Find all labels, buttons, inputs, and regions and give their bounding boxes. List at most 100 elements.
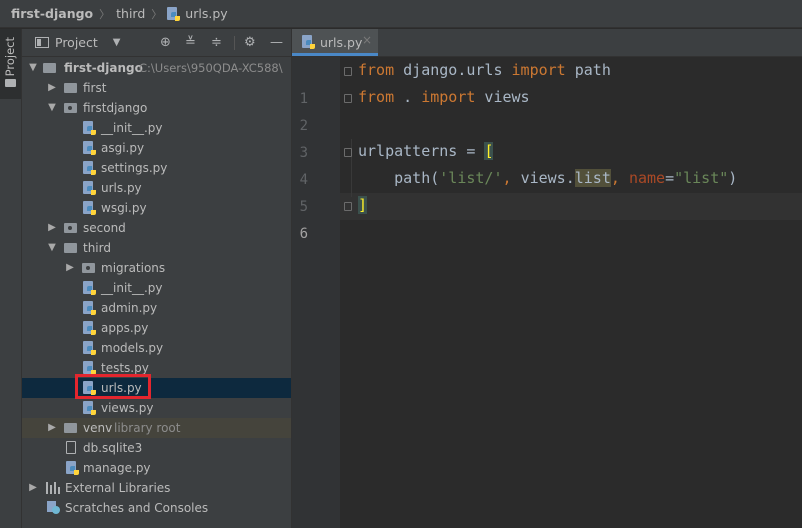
folder-icon [5, 79, 16, 87]
hide-icon[interactable]: — [270, 36, 283, 50]
tree-row-file[interactable]: views.py [22, 398, 291, 418]
editor-tab-bar: urls.py × [292, 29, 802, 57]
chevron-right-icon[interactable]: ▶ [28, 478, 38, 498]
tree-row-venv[interactable]: ▶ venv library root [22, 418, 291, 438]
fold-marker-icon[interactable] [344, 202, 352, 211]
code-editor: urls.py × 1 2 3 4 5 6 from django.urls i… [291, 29, 802, 528]
root-folder-path: C:\Users\950QDA-XC588\ [139, 61, 283, 75]
package-folder-icon [64, 103, 77, 113]
code-line-2[interactable]: from . import views [358, 88, 530, 106]
tree-row-external-libraries[interactable]: ▶ External Libraries [22, 478, 291, 498]
tree-row-firstdjango[interactable]: ▼ firstdjango [22, 98, 291, 118]
gear-icon[interactable]: ⚙ [244, 36, 256, 50]
tree-row-file[interactable]: apps.py [22, 318, 291, 338]
fold-marker-icon[interactable] [344, 94, 352, 103]
line-number: 6 [299, 226, 308, 242]
folder-label: venv [83, 421, 113, 435]
line-number: 4 [299, 172, 308, 188]
folder-label: first [83, 81, 107, 95]
tree-row-file[interactable]: wsgi.py [22, 198, 291, 218]
tree-row-file[interactable]: db.sqlite3 [22, 438, 291, 458]
file-label: settings.py [101, 161, 168, 175]
current-line-highlight [340, 193, 802, 220]
project-tool-tab-label: Project [3, 37, 17, 77]
file-label: models.py [101, 341, 164, 355]
tree-row-file[interactable]: manage.py [22, 458, 291, 478]
file-label: __init__.py [101, 121, 163, 135]
python-file-icon [82, 141, 96, 155]
python-file-icon [82, 401, 96, 415]
tree-row-file[interactable]: asgi.py [22, 138, 291, 158]
external-libraries-label: External Libraries [65, 481, 171, 495]
line-number: 5 [299, 199, 308, 215]
chevron-down-icon[interactable]: ▼ [113, 37, 121, 48]
project-panel: Project ▼ ⊕ ≚ ≑ ⚙ — ▼ first-django C:\Us… [22, 29, 291, 528]
chevron-down-icon[interactable]: ▼ [28, 58, 38, 78]
annotation-highlight-box [75, 374, 151, 399]
tree-row-scratches[interactable]: Scratches and Consoles [22, 498, 291, 518]
chevron-right-icon[interactable]: ▶ [65, 258, 75, 278]
folder-icon [43, 63, 56, 73]
file-label: admin.py [101, 301, 158, 315]
tree-row-second[interactable]: ▶ second [22, 218, 291, 238]
tree-row-file[interactable]: __init__.py [22, 278, 291, 298]
library-root-note: library root [114, 421, 181, 435]
expand-all-icon[interactable]: ≚ [185, 36, 196, 50]
code-line-6[interactable]: ] [358, 196, 368, 214]
left-tool-stripe: Project [0, 29, 22, 528]
folder-label: second [83, 221, 126, 235]
code-line-5[interactable]: path('list/', views.list, name="list") [358, 169, 737, 187]
tree-row-file[interactable]: settings.py [22, 158, 291, 178]
folder-icon [64, 243, 77, 253]
chevron-down-icon[interactable]: ▼ [47, 98, 57, 118]
tree-row-root[interactable]: ▼ first-django C:\Users\950QDA-XC588\ [22, 58, 291, 78]
collapse-all-icon[interactable]: ≑ [211, 36, 222, 50]
line-number: 1 [299, 91, 308, 107]
file-label: urls.py [101, 181, 142, 195]
tree-row-first[interactable]: ▶ first [22, 78, 291, 98]
matched-bracket: [ [484, 142, 494, 160]
breadcrumb-separator-icon: 〉 [151, 7, 163, 21]
database-file-icon [66, 441, 76, 454]
tree-row-third[interactable]: ▼ third [22, 238, 291, 258]
folder-label: firstdjango [83, 101, 148, 115]
chevron-right-icon[interactable]: ▶ [47, 78, 57, 98]
close-icon[interactable]: × [362, 33, 372, 47]
breadcrumb-file[interactable]: urls.py [183, 6, 229, 21]
python-file-icon [82, 161, 96, 175]
editor-tab-label: urls.py [320, 35, 363, 50]
python-file-icon [301, 35, 315, 49]
tree-row-file[interactable]: models.py [22, 338, 291, 358]
editor-tab-urls[interactable]: urls.py × [292, 29, 378, 56]
fold-marker-icon[interactable] [344, 67, 352, 76]
project-tool-tab[interactable]: Project [0, 29, 21, 99]
tree-row-migrations[interactable]: ▶ migrations [22, 258, 291, 278]
project-panel-header: Project ▼ ⊕ ≚ ≑ ⚙ — [22, 29, 291, 57]
file-label: wsgi.py [101, 201, 147, 215]
line-number-gutter: 1 2 3 4 5 6 [292, 57, 340, 528]
tree-row-file-selected[interactable]: urls.py [22, 378, 291, 398]
code-line-1[interactable]: from django.urls import path [358, 61, 611, 79]
tree-row-file[interactable]: tests.py [22, 358, 291, 378]
line-number: 2 [299, 118, 308, 134]
fold-marker-icon[interactable] [344, 148, 352, 157]
project-view-selector[interactable]: Project [55, 35, 98, 50]
navigation-bar: first-django 〉 third 〉 urls.py [0, 0, 802, 28]
root-folder-label: first-django [64, 61, 143, 75]
locate-icon[interactable]: ⊕ [160, 36, 171, 50]
chevron-right-icon[interactable]: ▶ [47, 418, 57, 438]
python-file-icon [82, 201, 96, 215]
code-line-4[interactable]: urlpatterns = [ [358, 142, 494, 160]
python-file-icon [82, 361, 96, 375]
folder-icon [64, 83, 77, 93]
tree-row-file[interactable]: urls.py [22, 178, 291, 198]
chevron-right-icon[interactable]: ▶ [47, 218, 57, 238]
tree-row-file[interactable]: __init__.py [22, 118, 291, 138]
python-file-icon [65, 461, 79, 475]
python-file-icon [166, 6, 181, 21]
chevron-down-icon[interactable]: ▼ [47, 238, 57, 258]
tree-row-file[interactable]: admin.py [22, 298, 291, 318]
breadcrumb-project[interactable]: first-django [0, 6, 95, 21]
breadcrumb-folder[interactable]: third [114, 6, 147, 21]
file-label: db.sqlite3 [83, 441, 143, 455]
